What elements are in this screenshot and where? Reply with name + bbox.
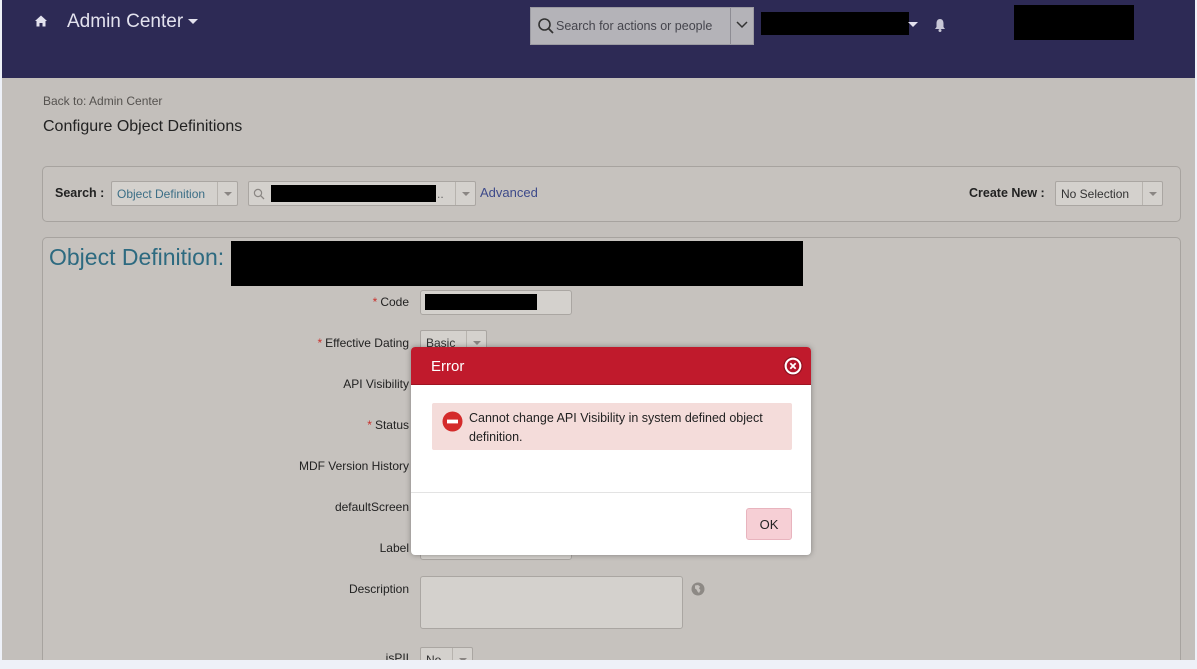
chevron-down-icon (217, 182, 237, 205)
search-type-value: Object Definition (117, 187, 206, 201)
search-icon (538, 18, 554, 34)
app-window: Admin Center Back to: Admin Center Confi… (2, 0, 1195, 660)
description-field[interactable] (420, 576, 683, 629)
bell-icon[interactable] (933, 17, 947, 33)
search-input[interactable] (556, 16, 728, 36)
search-panel: Search : Object Definition .. Advanced C… (42, 166, 1181, 222)
is-pii-value: No (426, 653, 442, 660)
app-title: Admin Center (67, 11, 184, 32)
label-field-label: Label (379, 541, 409, 555)
chevron-down-icon (736, 21, 748, 29)
status-label: * Status (367, 418, 409, 432)
error-message-box: Cannot change API Visibility in system d… (432, 403, 792, 450)
back-link[interactable]: Back to: Admin Center (43, 94, 162, 108)
effective-dating-label: * Effective Dating (317, 336, 410, 350)
chevron-down-icon (1142, 182, 1162, 205)
code-value-redacted (425, 294, 537, 310)
dialog-title: Error (431, 358, 465, 375)
create-new-select[interactable]: No Selection (1055, 181, 1163, 206)
top-navigation-bar: Admin Center (2, 0, 1195, 78)
user-menu-caret-icon[interactable] (908, 22, 918, 27)
error-icon (442, 411, 463, 432)
dialog-header: Error (411, 347, 811, 385)
global-search (530, 7, 754, 45)
is-pii-label: isPII (385, 651, 409, 660)
api-visibility-label: API Visibility (343, 377, 409, 391)
user-name-redacted[interactable] (761, 12, 909, 35)
error-message: Cannot change API Visibility in system d… (469, 411, 763, 444)
advanced-search-link[interactable]: Advanced (480, 185, 538, 200)
search-type-select[interactable]: Object Definition (111, 181, 238, 206)
search-value-redacted (271, 185, 436, 202)
avatar[interactable] (1014, 5, 1134, 40)
page-title: Configure Object Definitions (43, 118, 243, 135)
globe-icon[interactable] (691, 582, 705, 596)
chevron-down-icon (452, 648, 472, 660)
object-definition-heading: Object Definition: (49, 244, 225, 270)
dialog-divider (411, 492, 811, 493)
search-icon (253, 188, 265, 200)
code-label: * Code (372, 295, 409, 309)
is-pii-select[interactable]: No (420, 647, 473, 660)
search-scope-dropdown[interactable] (730, 8, 753, 44)
create-new-label: Create New : (969, 186, 1045, 200)
object-search-combo[interactable]: .. (248, 181, 476, 206)
code-field[interactable] (420, 290, 572, 315)
close-icon[interactable] (783, 356, 803, 376)
chevron-down-icon (455, 182, 475, 205)
default-screen-label: defaultScreen (334, 500, 409, 514)
description-label: Description (348, 582, 409, 596)
chevron-down-icon (188, 19, 199, 25)
ok-button[interactable]: OK (746, 508, 792, 540)
error-dialog: Error Cannot change API Visibility in sy… (411, 347, 811, 555)
truncation-ellipsis: .. (437, 187, 444, 201)
app-title-menu[interactable]: Admin Center (67, 11, 199, 33)
object-name-redacted (231, 241, 803, 286)
home-icon[interactable] (33, 13, 49, 29)
mdf-version-history-label: MDF Version History (298, 459, 409, 473)
search-label: Search : (55, 186, 105, 200)
create-new-value: No Selection (1061, 187, 1130, 201)
